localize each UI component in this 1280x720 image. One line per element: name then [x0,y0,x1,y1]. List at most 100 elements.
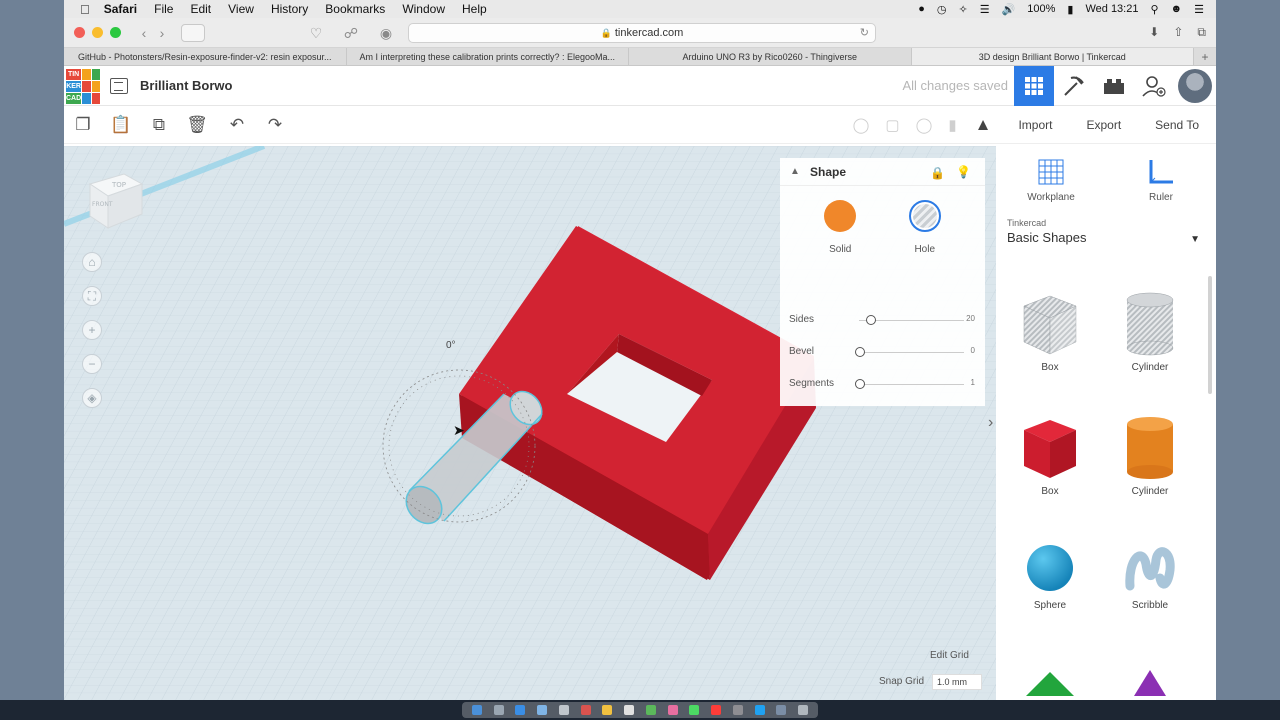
home-view-icon[interactable]: ⌂ [82,252,102,272]
undo-icon[interactable]: ↶ [226,114,248,136]
snap-grid-select[interactable]: 1.0 mm [932,674,982,690]
calendar-icon[interactable] [580,705,591,715]
design-list-icon[interactable] [110,77,128,94]
pocket-icon[interactable]: ♡ [307,24,325,42]
app-store-icon[interactable] [754,705,765,715]
copy-icon[interactable]: ❐ [72,114,94,136]
zoom-window-button[interactable] [110,27,121,38]
ruler-tool[interactable]: Ruler [1126,158,1196,203]
shape-pyramid[interactable] [1100,668,1200,698]
panel-expand-icon[interactable]: › [988,414,993,432]
maps-icon[interactable] [645,705,656,715]
settings-icon[interactable] [732,705,743,715]
privacy-icon[interactable]: ◉ [377,24,395,42]
slider-knob[interactable] [855,347,865,357]
invite-user-button[interactable] [1134,66,1174,106]
redo-icon[interactable]: ↷ [264,114,286,136]
tab-reddit[interactable]: Am I interpreting these calibration prin… [347,48,629,65]
library-dropdown[interactable]: Tinkercad Basic Shapes ▼ [1002,218,1210,262]
extension-icon[interactable]: ☍ [342,24,360,42]
menu-safari[interactable]: Safari [104,2,137,16]
tab-github[interactable]: GitHub - Photonsters/Resin-exposure-find… [64,48,347,65]
align-icon[interactable]: ▮ [948,116,956,134]
solid-swatch[interactable] [824,200,857,232]
messages-icon[interactable] [689,705,700,715]
reload-icon[interactable]: ↻ [860,24,869,42]
design-title[interactable]: Brilliant Borwo [140,78,232,93]
apple-icon[interactable]:  [80,2,90,17]
paste-icon[interactable]: 📋 [110,114,132,136]
status-app-icon[interactable]: ● [918,3,925,15]
3d-view-button[interactable] [1014,66,1054,106]
photos-icon[interactable] [667,705,678,715]
spotlight-icon[interactable]: ⚲ [1150,3,1158,16]
shape-hole-box[interactable]: Box [1000,290,1100,410]
reminders-icon[interactable] [624,705,635,715]
tinkercad-logo[interactable]: TIN KER CAD [66,68,100,104]
menu-history[interactable]: History [271,2,308,16]
bluetooth-icon[interactable]: ✧ [958,3,967,16]
lego-button[interactable] [1094,66,1134,106]
user-icon[interactable]: ☻ [1171,3,1183,15]
workplane-tool[interactable]: Workplane [1016,158,1086,203]
downloads-icon[interactable]: ⬇ [1149,25,1159,40]
menu-edit[interactable]: Edit [190,2,211,16]
finder-icon[interactable] [471,705,482,715]
import-button[interactable]: Import [1001,118,1069,132]
back-icon[interactable]: ‹ [135,24,153,42]
shape-roof[interactable] [1000,668,1100,698]
mirror-icon[interactable]: ▲ [975,115,992,135]
wifi-icon[interactable]: ☰ [980,3,990,16]
clock[interactable]: Wed 13:21 [1085,3,1138,15]
shape-box[interactable]: Box [1000,414,1100,534]
duplicate-icon[interactable]: ⧉ [148,114,170,136]
sidebar-toggle-button[interactable] [181,23,205,42]
shape-cylinder[interactable]: Cylinder [1100,414,1200,534]
slider-knob[interactable] [855,379,865,389]
safari-icon[interactable] [515,705,526,715]
contacts-icon[interactable] [558,705,569,715]
orthographic-icon[interactable]: ◈ [82,388,102,408]
minimize-window-button[interactable] [92,27,103,38]
trash-icon[interactable] [798,705,809,715]
visibility-bulb-icon[interactable]: 💡 [956,165,971,179]
forward-icon[interactable]: › [153,24,171,42]
launchpad-icon[interactable] [493,705,504,715]
notes-icon[interactable] [602,705,613,715]
menu-help[interactable]: Help [462,2,487,16]
menu-view[interactable]: View [228,2,254,16]
mail-icon[interactable] [537,705,548,715]
bevel-slider[interactable]: Bevel 0 [789,346,975,360]
share-icon[interactable]: ⇧ [1173,25,1183,40]
hole-swatch[interactable] [908,200,941,232]
shape-sphere[interactable]: Sphere [1000,540,1100,660]
slider-knob[interactable] [866,315,876,325]
tab-tinkercad[interactable]: 3D design Brilliant Borwo | Tinkercad [911,48,1194,65]
send-to-button[interactable]: Send To [1138,118,1216,132]
notification-center-icon[interactable]: ☰ [1194,3,1204,16]
sides-slider[interactable]: Sides 20 [789,314,975,328]
menu-bookmarks[interactable]: Bookmarks [325,2,385,16]
collapse-icon[interactable]: ▲ [780,166,810,177]
address-bar[interactable]: 🔒 tinkercad.com ↻ [408,22,876,43]
battery-percent[interactable]: 100% [1027,3,1055,15]
zoom-in-icon[interactable]: + [82,320,102,340]
menu-window[interactable]: Window [402,2,445,16]
segments-slider[interactable]: Segments 1 [789,378,975,392]
time-machine-icon[interactable]: ◷ [937,3,947,16]
downloads-dock-icon[interactable] [776,705,787,715]
zoom-out-icon[interactable]: − [82,354,102,374]
lock-icon[interactable]: 🔒 [930,166,945,180]
avatar[interactable] [1178,69,1212,103]
ungroup-icon[interactable]: ◯ [916,116,933,134]
shape-scribble[interactable]: Scribble [1100,540,1200,660]
hint-bulb-icon[interactable]: ◯ [853,116,870,134]
volume-icon[interactable]: 🔊 [1002,3,1016,16]
fit-view-icon[interactable]: ⛶ [82,286,102,306]
music-icon[interactable] [711,705,722,715]
scrollbar[interactable] [1208,276,1212,394]
shape-hole-cylinder[interactable]: Cylinder [1100,290,1200,410]
view-cube[interactable]: TOP FRONT [82,162,148,230]
new-tab-icon[interactable]: + [1194,48,1216,65]
export-button[interactable]: Export [1069,118,1138,132]
